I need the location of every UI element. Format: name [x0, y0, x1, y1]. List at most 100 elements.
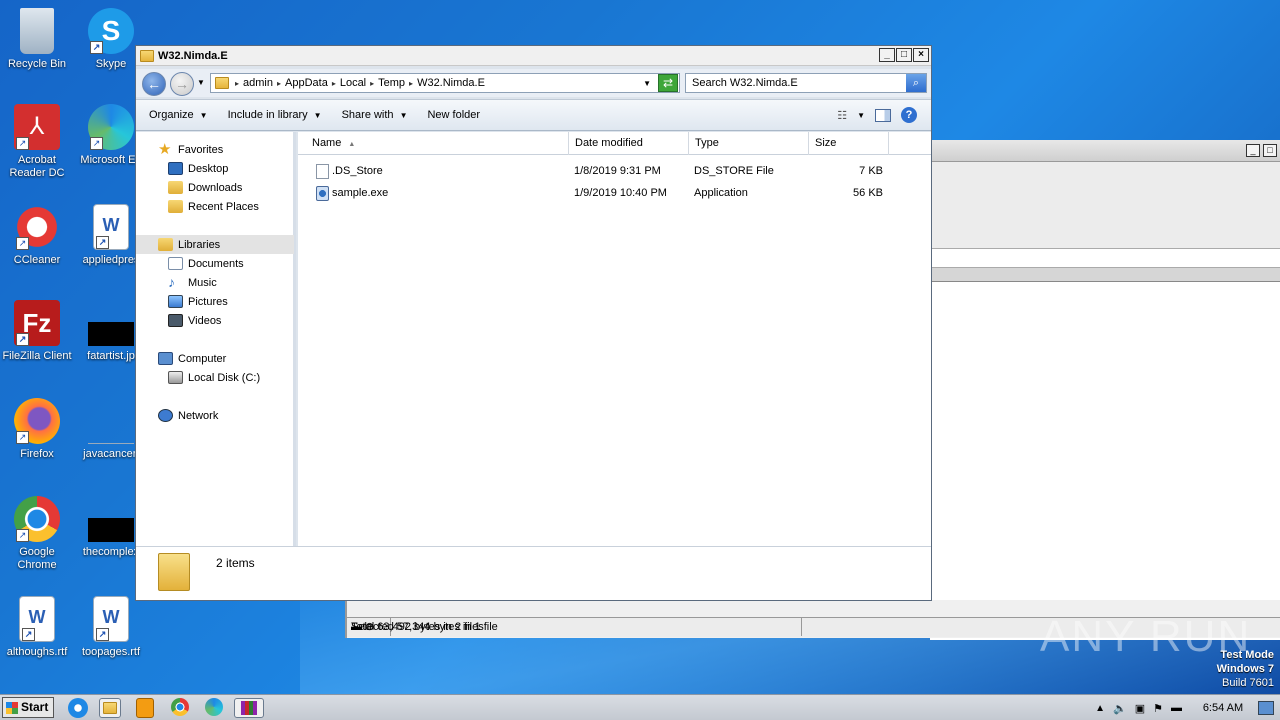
address-row: ← → ▼ ▸ admin ▸ AppData ▸ Local ▸ Temp ▸…: [136, 69, 931, 97]
start-button[interactable]: Start: [2, 697, 54, 718]
include-in-library-button[interactable]: Include in library ▼: [228, 109, 322, 121]
chevron-down-icon[interactable]: ▼: [857, 111, 865, 120]
close-button[interactable]: ×: [913, 48, 929, 62]
power-icon[interactable]: ▬: [1171, 702, 1182, 714]
background-window-field[interactable]: [930, 248, 1280, 268]
share-with-button[interactable]: Share with ▼: [342, 109, 408, 121]
file-size: 7 KB: [859, 165, 883, 177]
help-icon[interactable]: ?: [901, 107, 917, 123]
edge-icon[interactable]: [205, 698, 223, 716]
explorer-titlebar[interactable]: W32.Nimda.E _ □ ×: [136, 46, 931, 66]
minimize-button[interactable]: _: [1246, 144, 1260, 157]
shortcut-arrow-icon: ↗: [90, 137, 103, 150]
view-options-icon[interactable]: ☷: [837, 109, 847, 122]
winrar-taskbar-button[interactable]: [234, 698, 264, 718]
background-window-titlebar[interactable]: _ □: [930, 140, 1280, 162]
nav-label: Pictures: [188, 295, 228, 308]
pictures-icon: [168, 295, 183, 308]
forward-button[interactable]: →: [170, 72, 194, 96]
background-window-toolbar: [930, 162, 1280, 248]
desktop-icon-ccleaner[interactable]: ↗ CCleaner: [0, 204, 74, 267]
file-name: sample.exe: [332, 187, 389, 199]
chevron-right-icon[interactable]: ▸: [409, 79, 413, 88]
desktop-icon-chrome[interactable]: ↗ Google Chrome: [0, 496, 74, 572]
explorer-taskbar-button[interactable]: [99, 698, 121, 718]
internet-explorer-icon[interactable]: [68, 698, 88, 718]
action-center-flag-icon[interactable]: ⚑: [1153, 702, 1163, 715]
column-header-row: Name ▲ Date modified Type Size: [298, 132, 931, 155]
file-list[interactable]: Name ▲ Date modified Type Size .DS_Store…: [298, 132, 931, 546]
word-doc-icon: W ↗: [93, 204, 129, 250]
maximize-button[interactable]: □: [1263, 144, 1277, 157]
column-size[interactable]: Size: [809, 132, 889, 155]
sort-ascending-icon: ▲: [348, 141, 356, 148]
background-window[interactable]: _ □: [930, 140, 1280, 640]
search-input[interactable]: Search W32.Nimda.E ⌕: [685, 73, 927, 93]
command-bar: Organize ▼ Include in library ▼ Share with…: [136, 99, 931, 131]
chrome-icon[interactable]: [171, 698, 189, 716]
desktop-icon-recycle-bin[interactable]: Recycle Bin: [0, 8, 74, 71]
column-name[interactable]: Name ▲: [298, 132, 569, 155]
media-player-icon[interactable]: [136, 698, 154, 718]
nav-favorites[interactable]: ★ Favorites: [158, 140, 316, 159]
breadcrumb-current[interactable]: W32.Nimda.E: [417, 77, 485, 89]
test-mode-line: Test Mode: [1220, 649, 1274, 661]
breadcrumb-temp[interactable]: Temp: [378, 77, 405, 89]
search-icon[interactable]: ⌕: [906, 74, 926, 92]
file-size: 56 KB: [853, 187, 883, 199]
image-file-icon: [88, 322, 134, 346]
breadcrumb-local[interactable]: Local: [340, 77, 366, 89]
folder-icon: [215, 77, 229, 89]
desktop-icon-acrobat[interactable]: ⅄ ↗ Acrobat Reader DC: [0, 104, 74, 180]
taskbar: Start ▲ 🔈 ▣ ⚑ ▬ 6:54 AM: [0, 694, 1280, 720]
nav-network[interactable]: Network: [158, 406, 316, 425]
shortcut-arrow-icon: ↗: [90, 41, 103, 54]
maximize-button[interactable]: □: [896, 48, 912, 62]
recent-places-icon: [168, 200, 183, 213]
preview-pane-icon[interactable]: [875, 108, 891, 122]
breadcrumb-admin[interactable]: admin: [243, 77, 273, 89]
chevron-right-icon[interactable]: ▸: [235, 79, 239, 88]
chevron-right-icon[interactable]: ▸: [370, 79, 374, 88]
organize-button[interactable]: Organize ▼: [149, 109, 208, 121]
nav-label: Documents: [188, 257, 244, 270]
column-date-modified[interactable]: Date modified: [569, 132, 689, 155]
show-desktop-button[interactable]: [1258, 701, 1274, 715]
file-name-cell: .DS_Store: [316, 160, 383, 182]
minimize-button[interactable]: _: [879, 48, 895, 62]
back-button[interactable]: ←: [142, 72, 166, 96]
table-row[interactable]: .DS_Store 1/8/2019 9:31 PM DS_STORE File…: [298, 160, 931, 182]
address-dropdown-icon[interactable]: ▼: [643, 79, 651, 88]
clock[interactable]: 6:54 AM: [1188, 702, 1258, 714]
column-label: Type: [695, 137, 719, 149]
windows-version-line: Windows 7: [1216, 663, 1274, 675]
volume-icon[interactable]: 🔈: [1113, 702, 1127, 715]
recent-pages-dropdown-icon[interactable]: ▼: [197, 78, 205, 87]
folder-icon: [103, 702, 117, 714]
file-icon: [88, 398, 134, 444]
winrar-icon: [241, 701, 257, 715]
desktop-icon-firefox[interactable]: ↗ Firefox: [0, 398, 74, 461]
chevron-right-icon[interactable]: ▸: [277, 79, 281, 88]
explorer-window[interactable]: W32.Nimda.E _ □ × ← → ▼ ▸ admin ▸ AppDat…: [135, 45, 932, 601]
file-date: 1/9/2019 10:40 PM: [574, 187, 667, 199]
breadcrumb-appdata[interactable]: AppData: [285, 77, 328, 89]
new-folder-button[interactable]: New folder: [427, 109, 480, 121]
desktop-icon-filezilla[interactable]: Fz ↗ FileZilla Client: [0, 300, 74, 363]
address-bar[interactable]: ▸ admin ▸ AppData ▸ Local ▸ Temp ▸ W32.N…: [210, 73, 680, 93]
nav-computer[interactable]: Computer: [158, 349, 316, 368]
details-pane: 2 items: [136, 546, 931, 600]
desktop-icon-toopages[interactable]: W ↗ toopages.rtf: [74, 596, 148, 659]
nav-label: Music: [188, 276, 217, 289]
refresh-button[interactable]: ⇄: [658, 74, 678, 92]
desktop-icon-althoughs[interactable]: W ↗ althoughs.rtf: [0, 596, 74, 659]
nav-libraries[interactable]: Libraries: [136, 235, 294, 254]
folder-icon: [140, 49, 154, 62]
table-row[interactable]: sample.exe 1/9/2019 10:40 PM Application…: [298, 182, 931, 204]
application-icon: [316, 185, 329, 201]
item-count: 2 items: [216, 556, 255, 570]
show-hidden-icons-icon[interactable]: ▲: [1095, 703, 1105, 714]
network-tray-icon[interactable]: ▣: [1135, 702, 1145, 715]
chevron-right-icon[interactable]: ▸: [332, 79, 336, 88]
column-type[interactable]: Type: [689, 132, 809, 155]
